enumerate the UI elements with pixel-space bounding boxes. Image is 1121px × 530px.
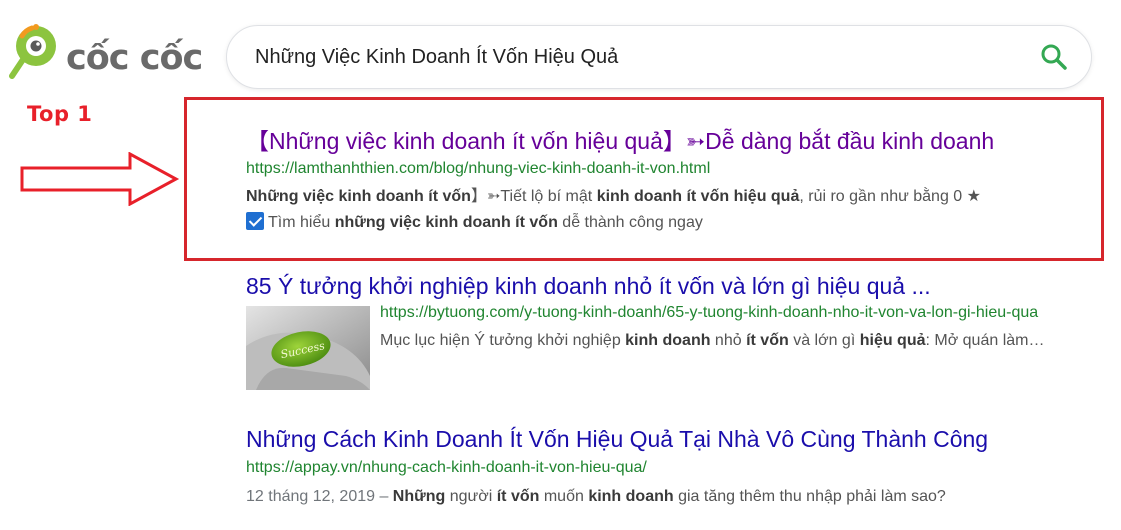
snippet-bold-text: kinh doanh ít vốn hiệu quả [596,188,800,205]
search-result: 【Những việc kinh doanh ít vốn hiệu quả】➳… [246,127,1076,236]
result-title-link[interactable]: 85 Ý tưởng khởi nghiệp kinh doanh nhỏ ít… [246,272,1076,300]
snippet-text: Tìm hiểu [268,214,335,231]
result-title-link[interactable]: 【Những việc kinh doanh ít vốn hiệu quả】➳… [246,127,1076,155]
search-result: Những Cách Kinh Doanh Ít Vốn Hiệu Quả Tạ… [246,425,1076,510]
search-bar [226,25,1092,89]
snippet-bold-text: Những việc kinh doanh ít vốn [246,188,471,205]
snippet-text: 】➳Tiết lộ bí mật [470,188,597,205]
snippet-text: , rủi ro gần như bằng 0 ★ [799,188,981,205]
snippet-text: người [445,488,497,505]
snippet-bold-text: kinh doanh [625,332,711,349]
search-result: 85 Ý tưởng khởi nghiệp kinh doanh nhỏ ít… [246,272,1076,394]
snippet-bold-text: những việc kinh doanh ít vốn [334,214,558,231]
result-body: Success https://bytuong.com/y-tuong-kinh… [246,302,1076,394]
coccoc-logo-icon [8,22,62,84]
result-date: 12 tháng 12, 2019 – [246,488,393,505]
result-snippet: Những việc kinh doanh ít vốn】➳Tiết lộ bí… [246,184,1076,236]
snippet-text: gia tăng thêm thu nhập phải làm sao? [673,488,946,505]
snippet-text: muốn [539,488,589,505]
snippet-text: nhỏ [710,332,747,349]
snippet-bold-text: hiệu quả [859,332,926,349]
snippet-text: Mục lục hiện Ý tưởng khởi nghiệp [380,332,626,349]
result-snippet: Mục lục hiện Ý tưởng khởi nghiệp kinh do… [380,327,1076,354]
coccoc-logo[interactable]: cốc cốc [8,22,208,84]
snippet-text: : Mở quán làm… [925,332,1045,349]
snippet-bold-text: ít vốn [496,488,540,505]
search-input[interactable] [255,26,1015,88]
result-url[interactable]: https://lamthanhthien.com/blog/nhung-vie… [246,158,1076,180]
arrow-right-icon [20,152,180,206]
snippet-text: và lớn gì [788,332,860,349]
checkbox-checked-icon [246,212,264,230]
top-1-annotation: Top 1 [27,102,93,126]
search-icon[interactable] [1039,42,1069,72]
logo-text: cốc cốc [66,38,203,78]
result-url[interactable]: https://bytuong.com/y-tuong-kinh-doanh/6… [380,302,1076,324]
snippet-bold-text: Những [392,488,446,505]
result-thumbnail[interactable]: Success [246,306,370,390]
snippet-bold-text: kinh doanh [588,488,674,505]
snippet-bold-text: ít vốn [746,332,789,349]
result-url[interactable]: https://appay.vn/nhung-cach-kinh-doanh-i… [246,457,1076,479]
result-title-link[interactable]: Những Cách Kinh Doanh Ít Vốn Hiệu Quả Tạ… [246,425,1076,453]
snippet-text: dễ thành công ngay [557,214,703,231]
result-snippet: 12 tháng 12, 2019 – Những người ít vốn m… [246,484,1076,510]
